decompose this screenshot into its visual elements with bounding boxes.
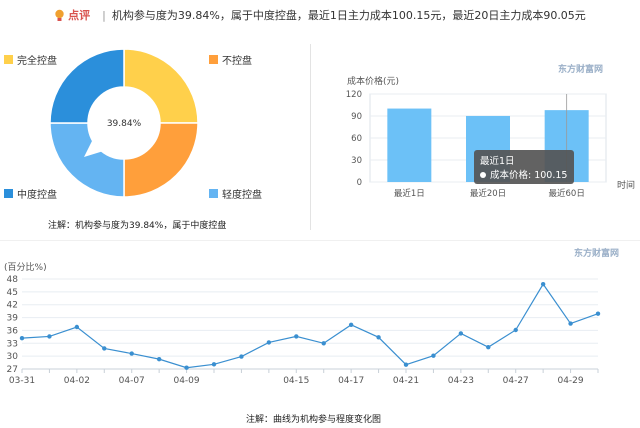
legend-swatch-none (209, 55, 218, 64)
bar-ytick-label: 90 (351, 112, 362, 122)
line-series (21, 283, 599, 369)
line-point[interactable] (47, 334, 52, 339)
line-point[interactable] (211, 362, 217, 367)
header-separator: | (102, 8, 106, 22)
line-xtick-label: 04-09 (173, 376, 199, 386)
line-xtick-label: 04-15 (283, 376, 309, 386)
bar-tooltip: 最近1日成本价格: 100.15 (474, 150, 574, 184)
line-point[interactable] (348, 322, 354, 328)
watermark-bottom: 东方财富网 (574, 249, 620, 259)
line-ytick-label: 42 (7, 301, 18, 311)
line-ytick-label: 45 (7, 288, 18, 298)
bar-xlabel: 时间 (617, 181, 636, 191)
legend-light[interactable]: 轻度控盘 (209, 186, 262, 201)
line-point[interactable] (184, 365, 189, 370)
line-point[interactable] (129, 351, 134, 356)
bar-ytick-label: 120 (346, 90, 362, 100)
line-point[interactable] (376, 335, 381, 340)
header-bar: 点评 | 机构参与度为39.84%，属于中度控盘，最近1日主力成本100.15元… (0, 0, 640, 30)
line-point[interactable] (266, 340, 272, 345)
divider-horizontal (0, 240, 640, 241)
watermark-top: 东方财富网 (558, 65, 604, 75)
legend-swatch-light (209, 189, 218, 198)
line-point[interactable] (486, 344, 491, 350)
line-xtick-label: 04-02 (64, 376, 90, 386)
pie-note: 注解：机构参与度为39.84%，属于中度控盘 (48, 221, 227, 231)
bar-xtick-label: 最近1日 (394, 188, 425, 199)
line-point[interactable] (431, 353, 436, 358)
line-point[interactable] (74, 324, 80, 330)
line-point[interactable] (595, 311, 601, 316)
bar-xtick-label: 最近60日 (549, 188, 585, 199)
bar-ytick-label: 30 (351, 156, 362, 166)
line-xtick-label: 04-17 (338, 376, 364, 386)
legend-swatch-full (4, 55, 13, 64)
badge-label: 点评 (68, 9, 91, 22)
line-point[interactable] (568, 321, 573, 326)
line-xtick-label: 04-29 (557, 376, 583, 386)
line-xtick-label: 04-07 (119, 376, 145, 386)
bar-ytick-label: 0 (357, 178, 362, 188)
header-text: 机构参与度为39.84%，属于中度控盘，最近1日主力成本100.15元，最近20… (111, 9, 586, 22)
legend-none[interactable]: 不控盘 (209, 52, 252, 67)
bar-ytick-label: 60 (351, 134, 362, 144)
line-xtick-label: 03-31 (9, 376, 35, 386)
tooltip-dot (480, 172, 486, 178)
line-point[interactable] (458, 331, 464, 336)
line-xtick-label: 04-23 (448, 376, 474, 386)
line-note: 注解：曲线为机构参与程度变化图 (246, 415, 382, 425)
line-ytick-label: 36 (7, 326, 19, 336)
comment-badge: 点评 (54, 7, 90, 23)
line-chart: 27 30 33 36 39 42 45 48 03-31 04-02 04-07 04-09 04-1… (7, 275, 601, 386)
line-ytick-label: 33 (7, 339, 18, 349)
line-xtick-label: 04-27 (503, 376, 529, 386)
tooltip-value: 成本价格: 100.15 (490, 169, 567, 181)
lightbulb-icon (55, 9, 64, 21)
legend-label-light: 轻度控盘 (222, 190, 262, 201)
line-point[interactable] (102, 346, 107, 351)
divider-vertical (310, 44, 311, 230)
line-ytick-label: 48 (7, 275, 19, 285)
legend-label-none: 不控盘 (222, 56, 252, 67)
line-point[interactable] (540, 281, 546, 287)
tooltip-title: 最近1日 (480, 155, 515, 167)
line-point[interactable] (239, 354, 244, 359)
pie-center-label: 39.84% (107, 119, 142, 129)
line-point[interactable] (513, 327, 518, 333)
line-ytick-label: 27 (7, 365, 18, 375)
legend-swatch-medium (4, 189, 13, 198)
line-point[interactable] (321, 341, 326, 346)
line-point[interactable] (294, 334, 299, 339)
bar-chart: 0306090120最近1日 最近20日 最近60日最近1日成本价格: 100.15 (346, 90, 607, 199)
bar-xtick-label: 最近20日 (470, 188, 506, 199)
line-point[interactable] (403, 362, 409, 367)
pie-chart: 39.84% (49, 48, 199, 198)
bar-1[interactable] (387, 108, 432, 182)
line-ytick-label: 39 (7, 314, 19, 324)
line-point[interactable] (156, 356, 162, 362)
line-xtick-label: 04-21 (393, 376, 419, 386)
line-ytick-label: 30 (7, 352, 19, 362)
line-point[interactable] (19, 335, 25, 341)
